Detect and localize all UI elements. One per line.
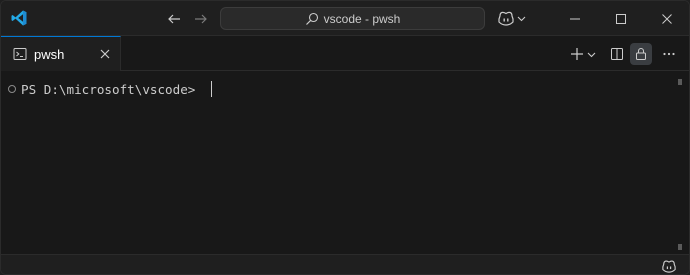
command-center[interactable]: vscode - pwsh [220, 7, 485, 30]
copilot-icon [662, 260, 676, 273]
maximize-icon [616, 13, 626, 24]
terminal-cursor [210, 81, 212, 97]
chevron-down-icon [587, 52, 596, 57]
maximize-button[interactable] [598, 1, 644, 36]
close-icon [662, 13, 672, 24]
scrollbar-bottom-marker [678, 244, 682, 250]
forward-button[interactable] [191, 9, 211, 29]
copilot-icon [498, 11, 514, 26]
vscode-logo-icon [10, 9, 28, 27]
copilot-button[interactable] [497, 8, 529, 28]
command-decoration-icon[interactable] [8, 85, 16, 93]
terminal-prompt: PS D:\microsoft\vscode> [21, 81, 203, 97]
more-icon [663, 52, 675, 56]
arrow-left-icon [168, 14, 180, 24]
window-title: vscode - pwsh [323, 11, 401, 26]
scrollbar-thumb[interactable] [678, 79, 682, 85]
tab-label: pwsh [34, 46, 65, 62]
back-button[interactable] [164, 9, 184, 29]
minimize-icon [570, 18, 580, 19]
new-terminal-button[interactable] [567, 43, 599, 65]
chevron-down-icon [517, 16, 526, 21]
close-window-button[interactable] [644, 1, 689, 36]
minimize-button[interactable] [552, 1, 598, 36]
copilot-status-button[interactable] [661, 258, 677, 274]
status-bar [1, 254, 689, 274]
split-editor-icon [611, 48, 623, 60]
more-actions-button[interactable] [658, 43, 680, 65]
split-terminal-button[interactable] [606, 43, 628, 65]
title-bar: vscode - pwsh [1, 1, 689, 36]
terminal-panel[interactable]: PS D:\microsoft\vscode> [1, 71, 689, 254]
arrow-right-icon [195, 14, 207, 24]
terminal-icon [13, 48, 27, 60]
tab-pwsh[interactable]: pwsh [1, 36, 121, 71]
search-icon [305, 12, 318, 25]
tab-bar: pwsh [1, 36, 689, 71]
terminal-prompt-line: PS D:\microsoft\vscode> [8, 81, 212, 97]
close-icon [100, 49, 110, 59]
lock-icon [636, 47, 646, 60]
tab-close-button[interactable] [97, 46, 113, 62]
lock-button[interactable] [630, 43, 652, 65]
app-window: vscode - pwsh pwsh PS D:\microsoft\vscod… [0, 0, 690, 275]
plus-icon [571, 48, 583, 60]
